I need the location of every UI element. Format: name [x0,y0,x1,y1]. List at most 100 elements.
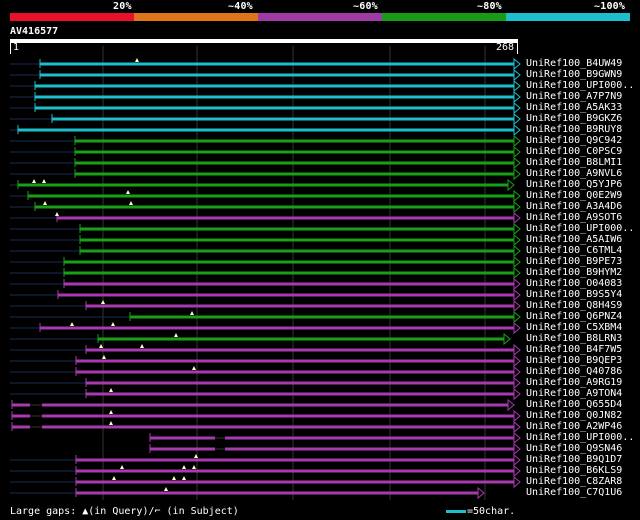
hit-bar[interactable] [225,436,514,440]
hit-bar[interactable] [76,491,478,495]
hit-bar[interactable] [28,194,514,198]
hit-bar[interactable] [86,392,514,396]
hit-label[interactable]: UniRef100_B9HYM2 [526,267,622,278]
hit-bar[interactable] [80,238,514,242]
hit-label[interactable]: UniRef100_A9TON4 [526,388,622,399]
hit-bar[interactable] [35,205,514,209]
hit-bar[interactable] [130,315,514,319]
hit-row[interactable] [11,409,521,423]
hit-label[interactable]: UniRef100_A5AK33 [526,102,622,113]
hit-bar[interactable] [75,139,514,143]
hit-row[interactable] [10,244,521,258]
hit-row[interactable] [10,288,521,302]
hit-label[interactable]: UniRef100_B4F7W5 [526,344,622,355]
hit-row[interactable] [10,167,521,181]
hit-row[interactable] [10,145,521,159]
hit-label[interactable]: UniRef100_Q40786 [526,366,622,377]
hit-bar[interactable] [76,469,514,473]
hit-label[interactable]: UniRef100_UPI000.. [526,223,634,234]
hit-bar[interactable] [75,150,514,154]
hit-row[interactable] [11,398,515,412]
hit-row[interactable] [10,299,521,313]
hit-label[interactable]: UniRef100_C6TML4 [526,245,622,256]
hit-label[interactable]: UniRef100_B9RUY8 [526,124,622,135]
hit-label[interactable]: UniRef100_C7Q1U6 [526,487,622,498]
hit-bar[interactable] [80,249,514,253]
hit-bar[interactable] [35,95,514,99]
hit-label[interactable]: UniRef100_UPI000.. [526,432,634,443]
hit-bar[interactable] [76,480,514,484]
hit-bar[interactable] [42,414,514,418]
hit-bar[interactable] [98,337,504,341]
hit-row[interactable] [10,156,521,170]
hit-label[interactable]: UniRef100_A5AIW6 [526,234,622,245]
hit-row[interactable] [10,134,521,148]
hit-bar[interactable] [57,216,514,220]
hit-row[interactable] [149,442,521,456]
hit-label[interactable]: UniRef100_O04083 [526,278,622,289]
hit-label[interactable]: UniRef100_A9RG19 [526,377,622,388]
hit-bar[interactable] [80,227,514,231]
hit-bar[interactable] [35,106,514,110]
hit-label[interactable]: UniRef100_B9GWN9 [526,69,622,80]
hit-bar[interactable] [64,271,514,275]
hit-row[interactable] [10,354,521,368]
hit-row[interactable] [149,431,521,445]
hit-row[interactable] [10,475,521,489]
hit-row[interactable] [10,68,521,82]
hit-row[interactable] [10,189,521,203]
hit-label[interactable]: UniRef100_Q9C942 [526,135,622,146]
hit-bar[interactable] [40,73,514,77]
hit-bar[interactable] [64,282,514,286]
hit-bar[interactable] [58,293,514,297]
hit-label[interactable]: UniRef100_B8LMI1 [526,157,622,168]
hit-row[interactable] [10,255,521,269]
hit-row[interactable] [10,486,485,500]
hit-label[interactable]: UniRef100_UPI000.. [526,80,634,91]
hit-row[interactable] [10,453,521,467]
hit-bar[interactable] [86,381,514,385]
hit-label[interactable]: UniRef100_B8LRN3 [526,333,622,344]
hit-row[interactable] [10,101,521,115]
hit-bar[interactable] [35,84,514,88]
hit-label[interactable]: UniRef100_A3A4D6 [526,201,622,212]
hit-label[interactable]: UniRef100_Q6PNZ4 [526,311,622,322]
hit-bar[interactable] [76,370,514,374]
hit-bar[interactable] [12,414,30,418]
hit-bar[interactable] [75,172,514,176]
hit-row[interactable] [10,365,521,379]
hit-label[interactable]: UniRef100_B9Q1D7 [526,454,622,465]
hit-label[interactable]: UniRef100_Q5YJP6 [526,179,622,190]
hit-row[interactable] [10,222,521,236]
hit-bar[interactable] [225,447,514,451]
hit-bar[interactable] [40,62,514,66]
hit-bar[interactable] [12,403,30,407]
hit-label[interactable]: UniRef100_B4UW49 [526,58,622,69]
hit-label[interactable]: UniRef100_C8ZAR8 [526,476,622,487]
hit-row[interactable] [10,321,521,335]
hit-bar[interactable] [18,183,508,187]
hit-row[interactable] [10,211,521,225]
hit-bar[interactable] [150,436,215,440]
hit-bar[interactable] [52,117,514,121]
hit-label[interactable]: UniRef100_Q0E2W9 [526,190,622,201]
hit-row[interactable] [10,277,521,291]
hit-bar[interactable] [86,304,514,308]
hit-label[interactable]: UniRef100_C5XBM4 [526,322,622,333]
hit-label[interactable]: UniRef100_B9PE73 [526,256,622,267]
hit-label[interactable]: UniRef100_B6KLS9 [526,465,622,476]
hit-bar[interactable] [42,425,514,429]
hit-row[interactable] [10,57,521,71]
hit-label[interactable]: UniRef100_A2WP46 [526,421,622,432]
hit-row[interactable] [10,112,521,126]
hit-label[interactable]: UniRef100_A9SOT6 [526,212,622,223]
hit-label[interactable]: UniRef100_Q9SN46 [526,443,622,454]
hit-row[interactable] [11,420,521,434]
hit-row[interactable] [10,90,521,104]
hit-row[interactable] [10,79,521,93]
hit-row[interactable] [10,200,521,214]
hit-row[interactable] [10,233,521,247]
hit-row[interactable] [10,266,521,280]
hit-label[interactable]: UniRef100_C0PSC9 [526,146,622,157]
hit-bar[interactable] [86,348,514,352]
